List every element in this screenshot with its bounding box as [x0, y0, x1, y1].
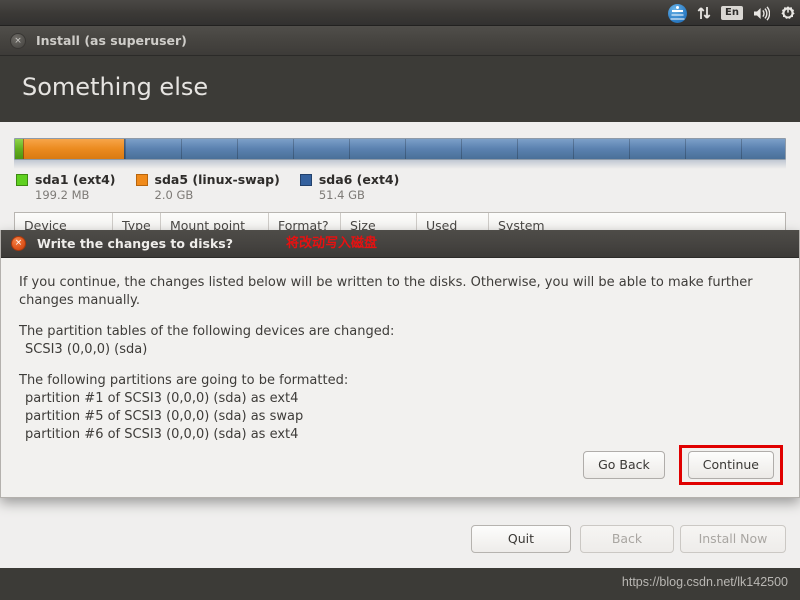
indicator-area: En — [668, 0, 796, 26]
changed-devices-list: SCSI3 (0,0,0) (sda) — [19, 341, 781, 359]
legend-item: sda6 (ext4) 51.4 GB — [299, 172, 400, 202]
partition-segment-sda5[interactable] — [23, 139, 124, 159]
legend-label: sda1 (ext4) — [35, 172, 116, 187]
network-icon[interactable] — [697, 5, 711, 21]
watermark-bar: https://blog.csdn.net/lk142500 — [0, 568, 800, 600]
devices-heading: The partition tables of the following de… — [19, 324, 395, 339]
partition-segment-sda1[interactable] — [15, 139, 24, 159]
partition-segment-sda6[interactable] — [123, 139, 785, 159]
power-gear-icon[interactable] — [780, 0, 796, 26]
desktop-top-panel: En — [0, 0, 800, 26]
dialog-body: If you continue, the changes listed belo… — [1, 258, 799, 444]
partition-legend: sda1 (ext4) 199.2 MB sda5 (linux-swap) 2.0 … — [16, 172, 419, 202]
legend-label: sda5 (linux-swap) — [154, 172, 280, 187]
legend-label: sda6 (ext4) — [318, 172, 400, 187]
dialog-button-row: Go Back Continue — [583, 445, 783, 485]
changed-device-line: SCSI3 (0,0,0) (sda) — [25, 342, 148, 357]
write-changes-dialog: × Write the changes to disks? 将改动写入磁盘 If… — [0, 230, 800, 498]
dialog-intro-text: If you continue, the changes listed belo… — [19, 275, 753, 308]
legend-color-swatch — [135, 173, 148, 186]
language-indicator-label: En — [721, 6, 743, 20]
back-button[interactable]: Back — [580, 525, 674, 553]
legend-size: 199.2 MB — [35, 188, 90, 202]
legend-item: sda1 (ext4) 199.2 MB — [16, 172, 116, 202]
dialog-close-button[interactable]: × — [11, 236, 26, 251]
installer-button-bar: Quit Back Install Now — [0, 514, 800, 568]
formatted-partition-line: partition #5 of SCSI3 (0,0,0) (sda) as s… — [25, 409, 304, 424]
window-title: Install (as superuser) — [36, 33, 187, 48]
legend-item: sda5 (linux-swap) 2.0 GB — [135, 172, 280, 202]
formatted-partition-line: partition #1 of SCSI3 (0,0,0) (sda) as e… — [25, 391, 299, 406]
partition-bar-reflection — [14, 160, 786, 169]
language-indicator[interactable]: En — [721, 0, 743, 26]
dialog-titlebar: × Write the changes to disks? 将改动写入磁盘 — [1, 230, 799, 258]
install-now-button[interactable]: Install Now — [680, 525, 786, 553]
page-title: Something else — [0, 56, 800, 122]
legend-color-swatch — [299, 173, 312, 186]
legend-size: 2.0 GB — [154, 188, 194, 202]
legend-size: 51.4 GB — [318, 188, 365, 202]
volume-icon[interactable] — [753, 0, 770, 26]
go-back-button[interactable]: Go Back — [583, 451, 665, 479]
partition-usage-bar — [14, 138, 786, 160]
formatted-partition-line: partition #6 of SCSI3 (0,0,0) (sda) as e… — [25, 427, 299, 442]
continue-highlight-box: Continue — [678, 445, 783, 485]
legend-color-swatch — [16, 173, 28, 186]
quit-button[interactable]: Quit — [471, 525, 571, 553]
format-heading: The following partitions are going to be… — [19, 373, 349, 388]
installer-screen: En × Install (as superuser) Something el… — [0, 0, 800, 600]
formatted-partitions-list: partition #1 of SCSI3 (0,0,0) (sda) as e… — [19, 390, 781, 444]
watermark-text: https://blog.csdn.net/lk142500 — [621, 575, 788, 589]
window-titlebar: × Install (as superuser) — [0, 26, 800, 56]
dialog-title: Write the changes to disks? — [37, 236, 233, 251]
continue-button[interactable]: Continue — [687, 451, 774, 479]
chinese-annotation: 将改动写入磁盘 — [286, 236, 378, 251]
accessibility-icon[interactable] — [668, 0, 688, 26]
window-close-button[interactable]: × — [10, 33, 26, 49]
